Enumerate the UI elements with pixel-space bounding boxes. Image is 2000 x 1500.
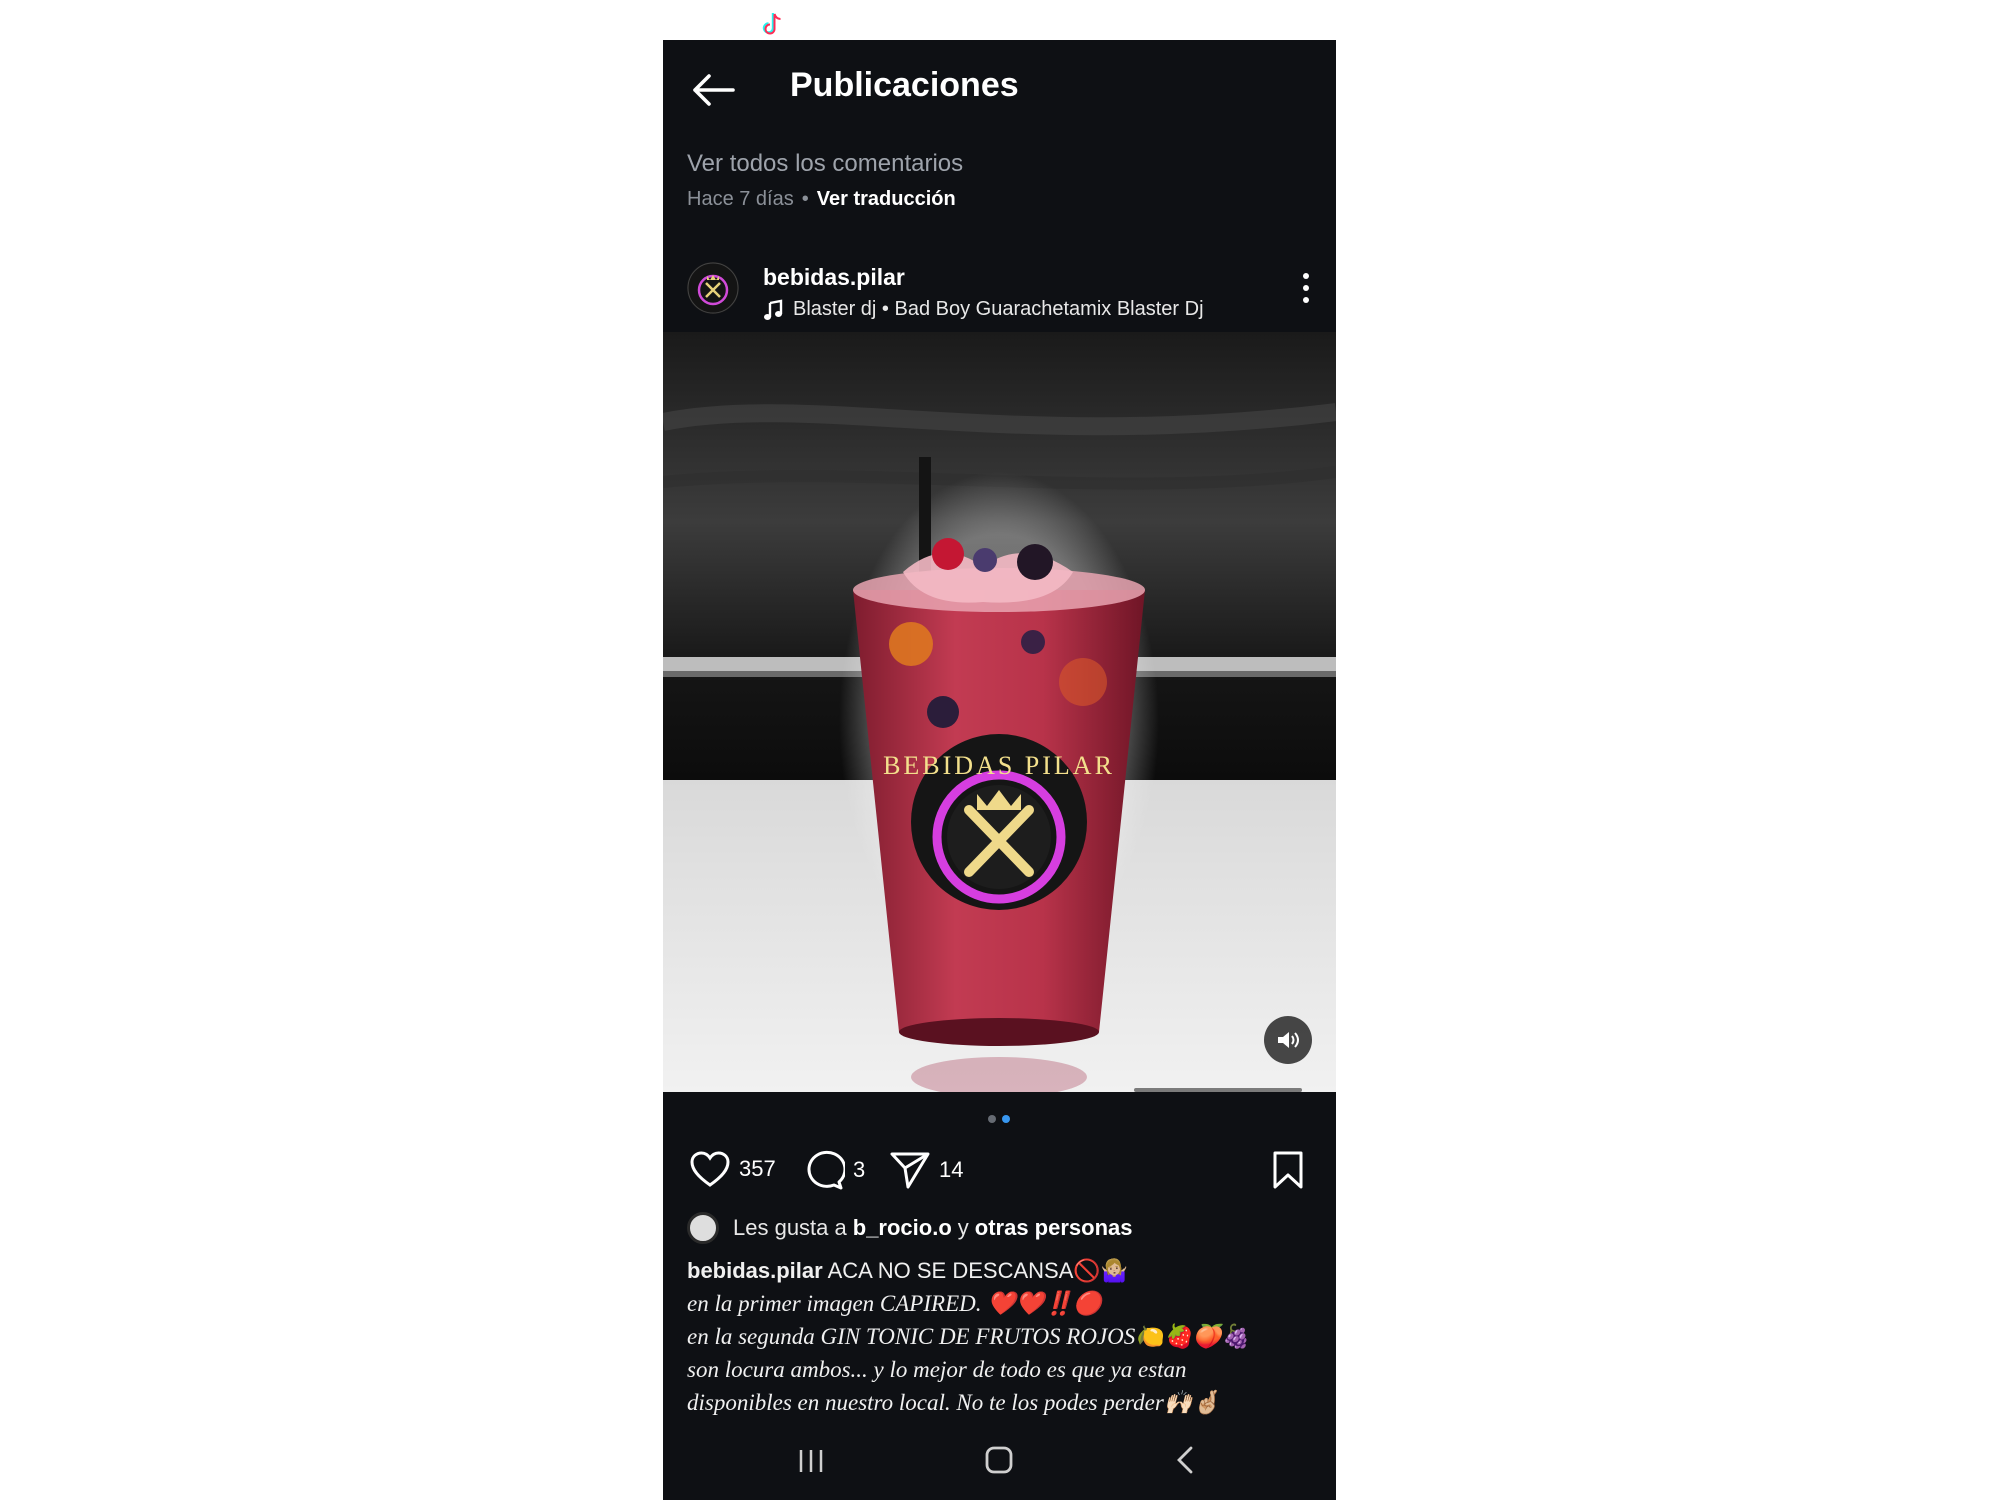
post-media[interactable]: BEBIDAS PILAR [663,332,1336,1092]
back-arrow-icon[interactable] [689,70,737,110]
volume-button[interactable] [1264,1016,1312,1064]
carousel-dot [988,1115,996,1123]
liked-by-prefix: Les gusta a [733,1215,847,1240]
bookmark-icon[interactable] [1270,1150,1306,1190]
system-nav-bar [663,1420,1336,1500]
like-button[interactable]: 357 [689,1150,776,1188]
post-time-ago: Hace 7 días [687,188,794,210]
caption-headline: ACA NO SE DESCANSA🚫🤷🏼‍♀️ [827,1258,1129,1283]
tiktok-icon [762,13,781,35]
like-count: 357 [739,1156,776,1181]
heart-icon [690,1151,730,1187]
liked-by-line: Les gusta a b_rocio.o y otras personas [687,1212,1139,1244]
liker-avatar[interactable] [687,1212,719,1244]
video-progress-track[interactable] [1134,1088,1302,1092]
liked-by-others[interactable]: otras personas [975,1215,1133,1241]
previous-post-meta: Hace 7 días • Ver traducción [687,188,956,211]
avatar[interactable] [687,262,739,314]
comment-button[interactable]: 3 [803,1150,865,1190]
view-all-comments-link[interactable]: Ver todos los comentarios [687,150,963,178]
home-icon[interactable] [979,1440,1019,1480]
caption-line-2: en la segunda GIN TONIC DE FRUTOS ROJOS🍋… [687,1324,1250,1349]
carousel-indicator [988,1115,1010,1123]
meta-separator: • [801,188,809,210]
see-translation-link[interactable]: Ver traducción [817,188,956,210]
caption-line-4: disponibles en nuestro local. No te los … [687,1390,1222,1415]
liked-by-user[interactable]: b_rocio.o [853,1215,952,1241]
image-logo-text: BEBIDAS PILAR [883,751,1115,780]
audio-track[interactable]: Blaster dj • Bad Boy Guarachetamix Blast… [763,298,1204,321]
more-options-icon[interactable] [1300,270,1312,306]
carousel-dot [1002,1115,1010,1123]
page-title: Publicaciones [790,66,1019,104]
post-actions: 357 3 14 [663,1146,1336,1196]
recents-icon[interactable] [791,1440,831,1480]
post-caption: bebidas.pilar ACA NO SE DESCANSA🚫🤷🏼‍♀️ e… [687,1254,1317,1419]
post-header: bebidas.pilar Blaster dj • Bad Boy Guara… [663,250,1336,330]
liked-by-connector: y [957,1215,969,1240]
caption-line-3: son locura ambos... y lo mejor de todo e… [687,1357,1187,1382]
caption-username[interactable]: bebidas.pilar [687,1258,823,1283]
share-count: 14 [939,1157,964,1182]
nav-back-icon[interactable] [1167,1440,1207,1480]
top-bar: Publicaciones [663,40,1336,140]
phone-screen: Publicaciones Ver todos los comentarios … [663,40,1336,1500]
comment-count: 3 [853,1157,866,1182]
drink-photo: BEBIDAS PILAR [663,332,1336,1092]
post-username[interactable]: bebidas.pilar [763,264,905,291]
volume-icon [1278,1032,1299,1048]
caption-line-1: en la primer imagen CAPIRED. ❤️❤️‼️🔴 [687,1291,1102,1316]
send-icon [890,1152,930,1189]
comment-icon [807,1150,845,1190]
share-button[interactable]: 14 [889,1150,963,1190]
audio-track-label: Blaster dj • Bad Boy Guarachetamix Blast… [793,298,1204,320]
music-note-icon [764,299,783,320]
